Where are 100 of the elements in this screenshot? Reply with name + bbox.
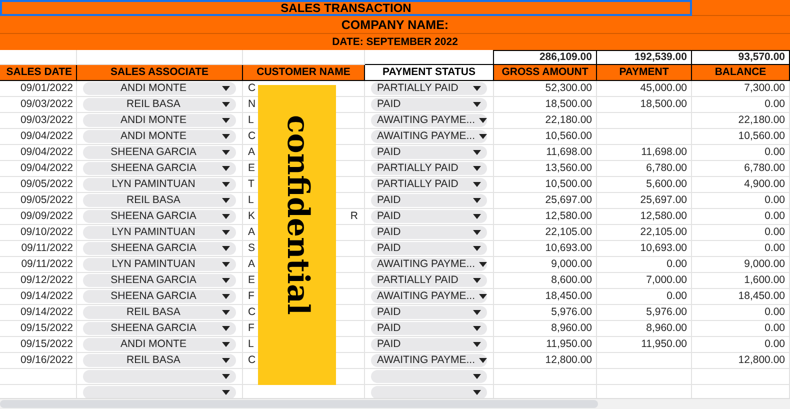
amount-cell: 5,976.00: [597, 305, 692, 321]
customer-name: C: [248, 305, 256, 320]
date-cell: 09/05/2022: [0, 193, 77, 209]
amount-cell: 5,976.00: [494, 305, 597, 321]
status-dropdown[interactable]: PAID: [371, 322, 487, 335]
associate-dropdown[interactable]: LYN PAMINTUAN: [83, 226, 236, 239]
column-header: SALES ASSOCIATE: [77, 65, 243, 81]
caret-icon: [222, 118, 230, 123]
amount-cell: 0.00: [692, 193, 790, 209]
status-dropdown[interactable]: PARTIALLY PAID: [371, 274, 487, 287]
status-dropdown[interactable]: AWAITING PAYME...: [371, 114, 487, 127]
associate-dropdown[interactable]: [83, 386, 236, 399]
amount-cell: 0.00: [692, 209, 790, 225]
associate-dropdown[interactable]: LYN PAMINTUAN: [83, 258, 236, 271]
date-cell: 09/15/2022: [0, 337, 77, 353]
amount-cell: 11,698.00: [597, 145, 692, 161]
associate-dropdown[interactable]: REIL BASA: [83, 194, 236, 207]
date-cell: 09/01/2022: [0, 81, 77, 97]
caret-icon: [473, 102, 481, 107]
status-dropdown[interactable]: PAID: [371, 226, 487, 239]
status-dropdown[interactable]: PAID: [371, 146, 487, 159]
caret-icon: [473, 198, 481, 203]
amount-cell: 8,600.00: [494, 273, 597, 289]
associate-dropdown[interactable]: SHEENA GARCIA: [83, 274, 236, 287]
customer-name: L: [248, 193, 254, 208]
associate-dropdown[interactable]: REIL BASA: [83, 354, 236, 367]
date-cell: 09/09/2022: [0, 209, 77, 225]
status-dropdown[interactable]: AWAITING PAYME...: [371, 130, 487, 143]
amount-cell: 10,560.00: [494, 129, 597, 145]
caret-icon: [479, 262, 488, 267]
status-dropdown[interactable]: [371, 370, 487, 383]
associate-dropdown[interactable]: LYN PAMINTUAN: [83, 178, 236, 191]
date-cell: 09/05/2022: [0, 177, 77, 193]
associate-dropdown[interactable]: SHEENA GARCIA: [83, 210, 236, 223]
amount-cell: 18,500.00: [597, 97, 692, 113]
associate-dropdown[interactable]: ANDI MONTE: [83, 114, 236, 127]
total-cell: 93,570.00: [691, 50, 790, 65]
associate-dropdown[interactable]: REIL BASA: [83, 98, 236, 111]
amount-cell: 0.00: [692, 305, 790, 321]
amount-cell: 12,800.00: [692, 353, 790, 369]
amount-cell: 10,500.00: [494, 177, 597, 193]
status-dropdown[interactable]: PAID: [371, 210, 487, 223]
associate-dropdown[interactable]: SHEENA GARCIA: [83, 242, 236, 255]
column-header: CUSTOMER NAME: [243, 65, 365, 81]
amount-cell: 6,780.00: [597, 161, 692, 177]
status-dropdown[interactable]: PAID: [371, 98, 487, 111]
amount-cell: 22,180.00: [494, 113, 597, 129]
caret-icon: [473, 214, 481, 219]
caret-icon: [222, 294, 230, 299]
status-dropdown[interactable]: PAID: [371, 194, 487, 207]
amount-cell: 1,600.00: [692, 273, 790, 289]
caret-icon: [473, 150, 481, 155]
caret-icon: [222, 390, 230, 395]
confidential-sticker: confidential: [258, 85, 336, 385]
status-dropdown[interactable]: PAID: [371, 242, 487, 255]
caret-icon: [222, 182, 230, 187]
amount-cell: 22,105.00: [597, 225, 692, 241]
amount-cell: 6,780.00: [692, 161, 790, 177]
associate-dropdown[interactable]: [83, 370, 236, 383]
caret-icon: [222, 326, 230, 331]
associate-dropdown[interactable]: SHEENA GARCIA: [83, 290, 236, 303]
caret-icon: [473, 86, 481, 91]
status-dropdown[interactable]: PARTIALLY PAID: [371, 178, 487, 191]
caret-icon: [473, 246, 481, 251]
associate-dropdown[interactable]: ANDI MONTE: [83, 338, 236, 351]
status-dropdown[interactable]: AWAITING PAYME...: [371, 354, 487, 367]
associate-dropdown[interactable]: ANDI MONTE: [83, 130, 236, 143]
associate-dropdown[interactable]: SHEENA GARCIA: [83, 322, 236, 335]
caret-icon: [222, 230, 230, 235]
amount-cell: 13,560.00: [494, 161, 597, 177]
customer-name: C: [248, 353, 256, 368]
associate-dropdown[interactable]: SHEENA GARCIA: [83, 162, 236, 175]
status-dropdown[interactable]: AWAITING PAYME...: [371, 290, 487, 303]
caret-icon: [222, 150, 230, 155]
amount-cell: 0.00: [597, 289, 692, 305]
status-dropdown[interactable]: PARTIALLY PAID: [371, 82, 487, 95]
caret-icon: [222, 86, 230, 91]
caret-icon: [222, 262, 230, 267]
customer-name: A: [248, 257, 256, 272]
caret-icon: [473, 326, 481, 331]
status-dropdown[interactable]: AWAITING PAYME...: [371, 258, 487, 271]
associate-dropdown[interactable]: REIL BASA: [83, 306, 236, 319]
status-dropdown[interactable]: PAID: [371, 306, 487, 319]
caret-icon: [222, 342, 230, 347]
caret-icon: [222, 374, 230, 379]
status-dropdown[interactable]: [371, 386, 487, 399]
associate-dropdown[interactable]: ANDI MONTE: [83, 82, 236, 95]
amount-cell: 7,300.00: [692, 81, 790, 97]
associate-dropdown[interactable]: SHEENA GARCIA: [83, 146, 236, 159]
caret-icon: [473, 342, 481, 347]
customer-name: F: [248, 289, 254, 304]
status-dropdown[interactable]: PARTIALLY PAID: [371, 162, 487, 175]
customer-name: C: [248, 129, 256, 144]
column-header: GROSS AMOUNT: [494, 65, 597, 81]
amount-cell: 0.00: [597, 257, 692, 273]
date-cell: 09/03/2022: [0, 97, 77, 113]
amount-cell: 4,900.00: [692, 177, 790, 193]
amount-cell: 10,693.00: [494, 241, 597, 257]
status-dropdown[interactable]: PAID: [371, 338, 487, 351]
amount-cell: 0.00: [692, 97, 790, 113]
